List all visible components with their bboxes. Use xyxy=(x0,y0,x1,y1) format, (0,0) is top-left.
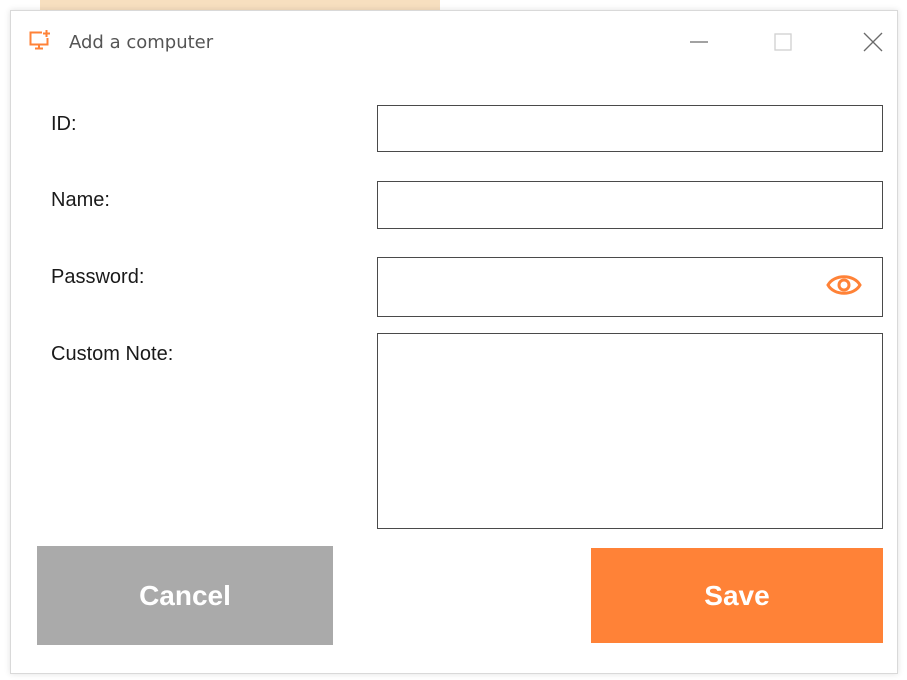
id-field[interactable] xyxy=(377,105,883,152)
add-computer-dialog: Add a computer ID: Name: Password: Custo… xyxy=(10,10,898,674)
minimize-button[interactable] xyxy=(679,25,719,59)
password-field[interactable] xyxy=(377,257,883,317)
custom-note-field[interactable] xyxy=(377,333,883,529)
add-computer-icon xyxy=(29,29,51,51)
name-field[interactable] xyxy=(377,181,883,229)
id-input[interactable] xyxy=(378,106,882,151)
minimize-icon xyxy=(690,41,708,43)
password-input[interactable] xyxy=(378,258,882,316)
cancel-button[interactable]: Cancel xyxy=(37,546,333,645)
maximize-icon xyxy=(774,33,792,51)
name-input[interactable] xyxy=(378,182,882,228)
window-title: Add a computer xyxy=(69,32,214,53)
custom-note-textarea[interactable] xyxy=(378,334,882,528)
show-password-eye-icon[interactable] xyxy=(826,270,862,300)
save-button[interactable]: Save xyxy=(591,548,883,643)
custom-note-label: Custom Note: xyxy=(51,343,174,365)
password-label: Password: xyxy=(51,266,145,288)
maximize-button[interactable] xyxy=(763,25,803,59)
id-label: ID: xyxy=(51,113,77,135)
close-button[interactable] xyxy=(853,25,893,59)
close-icon xyxy=(863,32,883,52)
title-bar[interactable]: Add a computer xyxy=(11,11,897,73)
name-label: Name: xyxy=(51,189,110,211)
